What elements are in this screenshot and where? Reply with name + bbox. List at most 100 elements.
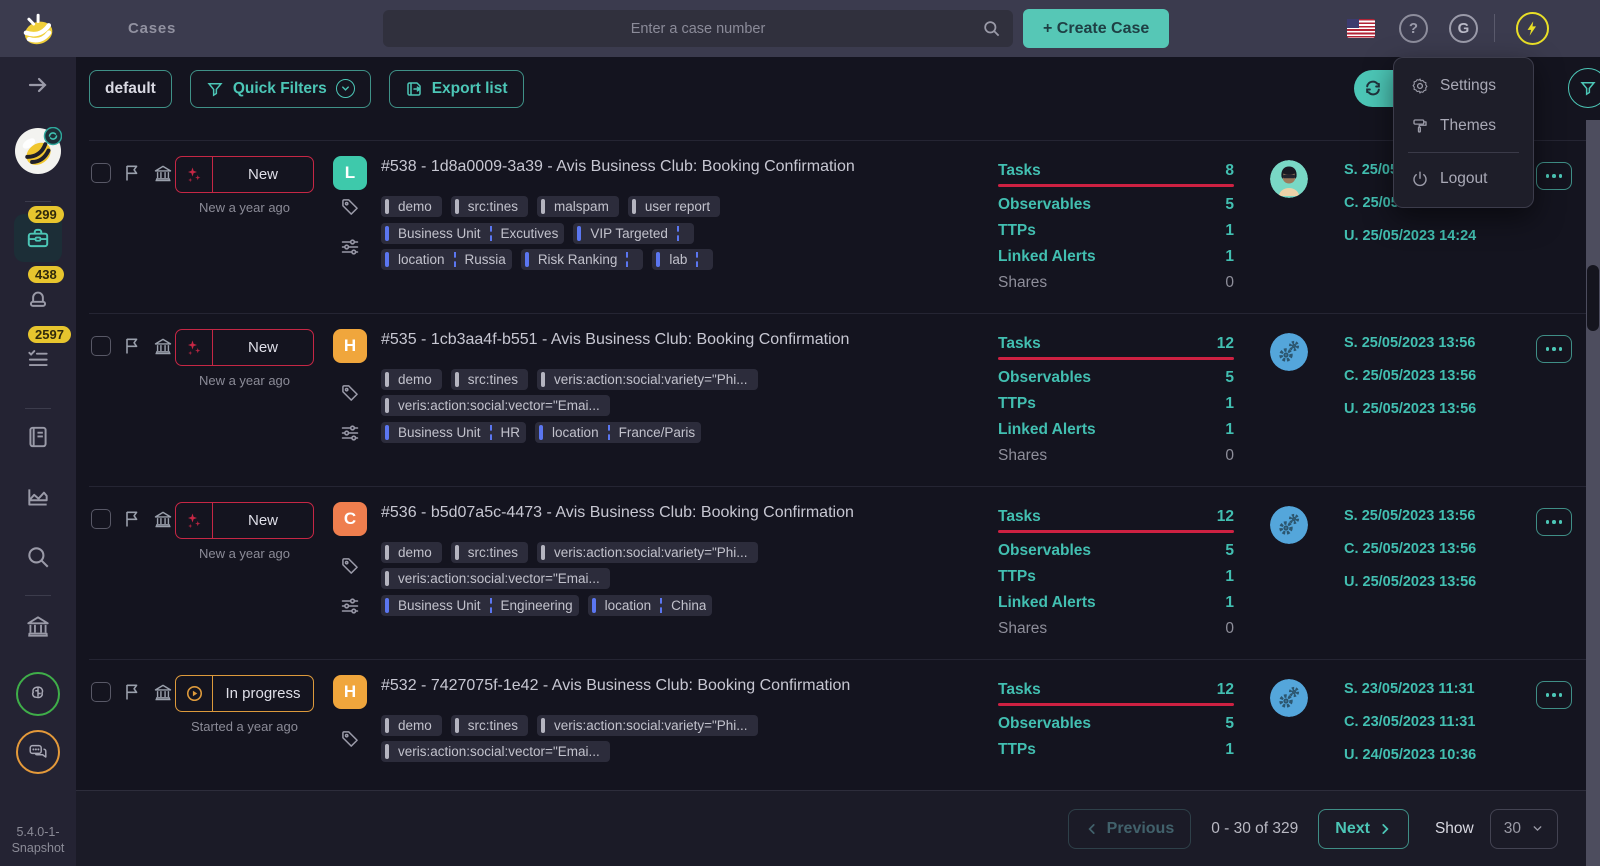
case-title[interactable]: #536 - b5d07a5c-4473 - Avis Business Clu…	[381, 502, 854, 523]
create-case-button[interactable]: + Create Case	[1023, 9, 1170, 48]
more-actions-button[interactable]	[1536, 162, 1572, 190]
tag-chip[interactable]: src:tines	[450, 196, 529, 217]
app-logo-bee-icon[interactable]	[16, 7, 60, 51]
tag-chip[interactable]: demo	[381, 542, 442, 563]
tag-chip[interactable]: veris:action:social:vector="Emai...	[381, 741, 610, 762]
language-flag-us-icon[interactable]	[1347, 19, 1375, 38]
organisation-icon[interactable]	[153, 509, 173, 529]
menu-item-logout[interactable]: Logout	[1394, 159, 1533, 199]
tag-chip[interactable]: demo	[381, 369, 442, 390]
case-title[interactable]: #538 - 1d8a0009-3a39 - Avis Business Clu…	[381, 156, 855, 177]
assignee-avatar[interactable]	[1270, 679, 1308, 717]
more-actions-button[interactable]	[1536, 681, 1572, 709]
tag-chip[interactable]: user report	[627, 196, 721, 217]
stat-ttps[interactable]: TTPs 1	[998, 218, 1234, 244]
stat-linked-alerts[interactable]: Linked Alerts 1	[998, 590, 1234, 616]
organisation-icon[interactable]	[153, 682, 173, 702]
stat-tasks[interactable]: Tasks 12	[998, 677, 1234, 703]
case-checkbox[interactable]	[91, 682, 111, 702]
filters-funnel-button[interactable]	[1568, 68, 1600, 108]
stat-observables[interactable]: Observables 5	[998, 365, 1234, 391]
export-list-button[interactable]: Export list	[388, 69, 524, 108]
tag-chip[interactable]: src:tines	[450, 715, 529, 736]
stat-shares[interactable]: Shares 0	[998, 616, 1234, 642]
sidebar-item-organisation-icon[interactable]	[14, 602, 62, 650]
sidebar-item-tasks[interactable]: 2597	[14, 326, 71, 382]
stat-tasks[interactable]: Tasks 8	[998, 158, 1234, 184]
custom-field-chip[interactable]: location China	[587, 595, 713, 616]
cortex-brain-icon[interactable]	[16, 672, 60, 716]
assignee-avatar[interactable]	[1270, 333, 1308, 371]
custom-field-chip[interactable]: Business Unit Engineering	[381, 595, 579, 616]
custom-field-chip[interactable]: lab	[652, 249, 714, 270]
status-badge[interactable]: New	[175, 156, 314, 193]
flag-icon[interactable]	[122, 163, 142, 183]
tag-chip[interactable]: veris:action:social:variety="Phi...	[537, 715, 758, 736]
sidebar-item-knowledge-icon[interactable]	[14, 413, 62, 461]
status-badge[interactable]: In progress	[175, 675, 314, 712]
flag-icon[interactable]	[122, 509, 142, 529]
scrollbar-thumb[interactable]	[1587, 265, 1599, 331]
stat-tasks[interactable]: Tasks 12	[998, 331, 1234, 357]
more-actions-button[interactable]	[1536, 508, 1572, 536]
chat-bubbles-icon[interactable]	[16, 730, 60, 774]
organisation-icon[interactable]	[153, 163, 173, 183]
previous-page-button[interactable]: Previous	[1067, 808, 1192, 849]
next-page-button[interactable]: Next	[1318, 808, 1409, 849]
user-avatar[interactable]: G	[1449, 14, 1478, 43]
organisation-icon[interactable]	[153, 336, 173, 356]
stat-shares[interactable]: Shares 0	[998, 443, 1234, 469]
stat-shares[interactable]: Shares 0	[998, 270, 1234, 296]
tag-chip[interactable]: malspam	[537, 196, 619, 217]
stat-ttps[interactable]: TTPs 1	[998, 564, 1234, 590]
search-icon[interactable]	[982, 19, 1001, 38]
menu-item-settings[interactable]: Settings	[1394, 66, 1533, 106]
flag-icon[interactable]	[122, 336, 142, 356]
stat-ttps[interactable]: TTPs 1	[998, 391, 1234, 417]
page-size-select[interactable]: 30	[1489, 808, 1558, 849]
preset-filter-button[interactable]: default	[89, 69, 172, 108]
custom-field-chip[interactable]: Business Unit HR	[381, 422, 527, 443]
sidebar-item-search-icon[interactable]	[14, 533, 62, 581]
sidebar-item-alerts[interactable]: 438	[14, 266, 64, 322]
assignee-avatar[interactable]	[1270, 506, 1308, 544]
case-checkbox[interactable]	[91, 336, 111, 356]
menu-item-themes[interactable]: Themes	[1394, 106, 1533, 146]
stat-tasks[interactable]: Tasks 12	[998, 504, 1234, 530]
sidebar-expand-arrow-icon[interactable]	[26, 73, 50, 97]
case-number-search-input[interactable]	[383, 10, 1013, 47]
stat-observables[interactable]: Observables 5	[998, 711, 1234, 737]
sidebar-item-dashboards-icon[interactable]	[14, 473, 62, 521]
help-icon[interactable]: ?	[1399, 14, 1428, 43]
tag-chip[interactable]: demo	[381, 715, 442, 736]
tag-chip[interactable]: veris:action:social:variety="Phi...	[537, 369, 758, 390]
tag-chip[interactable]: veris:action:social:variety="Phi...	[537, 542, 758, 563]
case-title[interactable]: #532 - 7427075f-1e42 - Avis Business Clu…	[381, 675, 850, 696]
scrollbar[interactable]	[1586, 120, 1600, 866]
custom-field-chip[interactable]: Risk Ranking	[520, 249, 644, 270]
case-title[interactable]: #535 - 1cb3aa4f-b551 - Avis Business Clu…	[381, 329, 849, 350]
tag-chip[interactable]: src:tines	[450, 542, 529, 563]
flag-icon[interactable]	[122, 682, 142, 702]
custom-field-chip[interactable]: VIP Targeted	[573, 223, 694, 244]
custom-field-chip[interactable]: Business Unit Excutives	[381, 223, 565, 244]
status-badge[interactable]: New	[175, 329, 314, 366]
case-checkbox[interactable]	[91, 509, 111, 529]
quick-filters-button[interactable]: Quick Filters	[189, 69, 371, 108]
custom-field-chip[interactable]: location France/Paris	[535, 422, 702, 443]
stat-observables[interactable]: Observables 5	[998, 538, 1234, 564]
live-stream-bolt-icon[interactable]	[1516, 12, 1549, 45]
stat-observables[interactable]: Observables 5	[998, 192, 1234, 218]
organisation-avatar[interactable]	[14, 127, 62, 175]
status-badge[interactable]: New	[175, 502, 314, 539]
tag-chip[interactable]: veris:action:social:vector="Emai...	[381, 568, 610, 589]
assignee-avatar[interactable]	[1270, 160, 1308, 198]
tag-chip[interactable]: demo	[381, 196, 442, 217]
tag-chip[interactable]: src:tines	[450, 369, 529, 390]
stat-linked-alerts[interactable]: Linked Alerts 1	[998, 417, 1234, 443]
sidebar-item-cases[interactable]: 299	[14, 206, 64, 262]
case-checkbox[interactable]	[91, 163, 111, 183]
tag-chip[interactable]: veris:action:social:vector="Emai...	[381, 395, 610, 416]
stat-linked-alerts[interactable]: Linked Alerts 1	[998, 244, 1234, 270]
custom-field-chip[interactable]: location Russia	[381, 249, 512, 270]
